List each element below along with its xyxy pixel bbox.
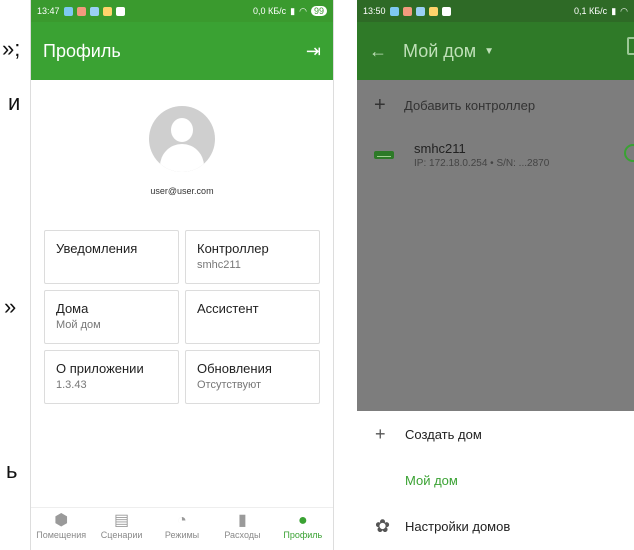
profile-icon: ●: [297, 512, 308, 529]
card-title: Дома: [56, 301, 89, 316]
signal-icon: ▮: [611, 5, 617, 16]
home-selector-title[interactable]: Мой дом: [403, 41, 476, 62]
home-item-selected[interactable]: Мой дом: [357, 457, 634, 503]
notification-icon: [89, 6, 99, 16]
card-controller[interactable]: Контроллер smhc211: [185, 230, 320, 284]
card-title: Уведомления: [56, 241, 138, 256]
scenarios-icon: ▤: [114, 512, 130, 529]
card-updates[interactable]: Обновления Отсутствуют: [185, 350, 320, 404]
overlay-scrim: + Добавить контроллер smhc211 IP: 172.18…: [357, 80, 634, 411]
text-fragment: и: [8, 90, 21, 115]
page-title: Профиль: [43, 40, 121, 61]
rooms-icon: ⬢: [54, 512, 69, 529]
status-time: 13:50: [363, 6, 386, 16]
app-bar: ← Мой дом ▼: [357, 22, 634, 80]
nav-modes[interactable]: ◔ Режимы: [152, 508, 212, 550]
controller-name: smhc211: [414, 141, 466, 156]
home-settings-label: Настройки домов: [405, 518, 511, 534]
card-subtitle: Мой дом: [56, 319, 101, 331]
profile-screen: 13:47 0,0 КБ/с ▮ ◠ 99 Профиль ⇥ user@use…: [30, 0, 334, 550]
notification-icon: [63, 6, 73, 16]
trash-icon: [441, 6, 451, 16]
controller-info: IP: 172.18.0.254 • S/N: ...2870: [414, 158, 550, 169]
dropdown-caret-icon[interactable]: ▼: [484, 46, 494, 57]
status-bar: 13:50 0,1 КБ/с ▮ ◠: [357, 0, 634, 22]
text-fragment: »: [4, 294, 17, 319]
controller-list-item[interactable]: smhc211 IP: 172.18.0.254 • S/N: ...2870: [357, 130, 634, 180]
bottom-navigation: ⬢ Помещения ▤ Сценарии ◔ Режимы ▮ Расход…: [31, 507, 333, 550]
create-home-item[interactable]: + Создать дом: [357, 411, 634, 457]
nav-profile[interactable]: ● Профиль: [273, 508, 333, 550]
exit-icon[interactable]: ⇥: [306, 41, 321, 62]
menu-icon[interactable]: [627, 37, 634, 55]
network-speed: 0,0 КБ/с: [253, 6, 287, 16]
home-settings-item[interactable]: ✿ Настройки домов: [357, 503, 634, 549]
home-item-label: Мой дом: [405, 472, 458, 488]
controller-icon: [374, 151, 394, 159]
network-speed: 0,1 КБ/с: [574, 6, 608, 16]
status-time: 13:47: [37, 6, 60, 16]
card-title: Контроллер: [197, 241, 269, 256]
user-email: user@user.com: [150, 186, 214, 196]
status-bar: 13:47 0,0 КБ/с ▮ ◠ 99: [31, 0, 333, 22]
profile-header: user@user.com: [31, 106, 333, 196]
notification-icon: [415, 6, 425, 16]
card-subtitle: smhc211: [197, 259, 241, 271]
avatar: [149, 106, 215, 172]
notification-icon: [76, 6, 86, 16]
wifi-icon: ◠: [620, 5, 628, 16]
homes-bottom-sheet: + Создать дом Мой дом ✿ Настройки домов: [357, 411, 634, 550]
nav-label: Сценарии: [100, 530, 143, 540]
expenses-icon: ▮: [238, 512, 247, 529]
add-controller-row[interactable]: + Добавить контроллер: [357, 80, 634, 130]
card-assistant[interactable]: Ассистент: [185, 290, 320, 344]
back-arrow-icon[interactable]: ←: [369, 41, 387, 62]
create-home-label: Создать дом: [405, 426, 482, 442]
modes-icon: ◔: [177, 512, 187, 529]
text-fragment: ь: [6, 458, 18, 483]
nav-label: Расходы: [224, 530, 261, 540]
battery-level: 99: [310, 6, 327, 16]
app-bar: Профиль ⇥: [31, 22, 333, 80]
signal-icon: ▮: [290, 5, 296, 16]
card-subtitle: 1.3.43: [56, 379, 87, 391]
wifi-icon: ◠: [299, 5, 307, 16]
nav-label: Профиль: [283, 530, 323, 540]
notification-icon: [402, 6, 412, 16]
card-subtitle: Отсутствуют: [197, 379, 262, 391]
plus-icon: +: [374, 93, 386, 116]
text-fragment: »;: [2, 36, 21, 61]
notification-icon: [428, 6, 438, 16]
profile-menu-grid: Уведомления Контроллер smhc211 Дома Мой …: [44, 230, 320, 404]
nav-scenarios[interactable]: ▤ Сценарии: [91, 508, 151, 550]
card-homes[interactable]: Дома Мой дом: [44, 290, 179, 344]
add-controller-label: Добавить контроллер: [404, 97, 536, 113]
trash-icon: [115, 6, 125, 16]
nav-label: Режимы: [164, 530, 200, 540]
notification-icon: [389, 6, 399, 16]
card-notifications[interactable]: Уведомления: [44, 230, 179, 284]
card-title: Обновления: [197, 361, 272, 376]
nav-label: Помещения: [36, 530, 87, 540]
homes-screen: 13:50 0,1 КБ/с ▮ ◠ ← Мой дом ▼ + Добавит…: [357, 0, 634, 550]
card-title: Ассистент: [197, 301, 259, 316]
gear-icon: ✿: [375, 515, 391, 536]
plus-icon: +: [375, 423, 386, 444]
nav-expenses[interactable]: ▮ Расходы: [212, 508, 272, 550]
notification-icon: [102, 6, 112, 16]
card-about[interactable]: О приложении 1.3.43: [44, 350, 179, 404]
nav-rooms[interactable]: ⬢ Помещения: [31, 508, 91, 550]
card-title: О приложении: [56, 361, 144, 376]
